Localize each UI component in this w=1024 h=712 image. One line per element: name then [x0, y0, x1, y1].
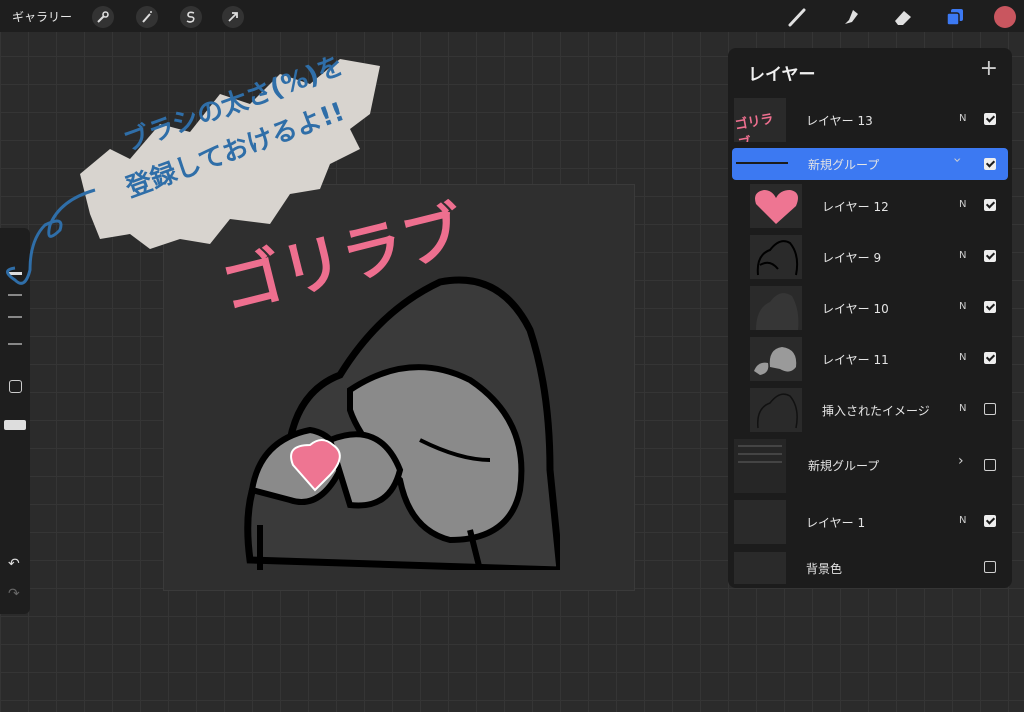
layer-thumbnail [750, 286, 802, 330]
visibility-checkbox[interactable] [984, 403, 996, 415]
layers-panel-title: レイヤー [748, 65, 816, 85]
layer-group-row[interactable]: 新規グループ › [732, 437, 1008, 493]
layer-name: 挿入されたイメージ [822, 404, 930, 418]
plus-icon[interactable]: + [980, 56, 998, 81]
brush-size-preset-3[interactable] [8, 316, 22, 318]
thumb-label: ゴリラブ [734, 111, 775, 142]
undo-icon[interactable]: ↶ [8, 556, 20, 572]
blend-mode[interactable]: N [959, 515, 966, 526]
selection-icon[interactable] [180, 6, 202, 28]
top-toolbar: ギャラリー [0, 0, 1024, 32]
layer-name: レイヤー 1 [806, 516, 866, 530]
visibility-checkbox[interactable] [984, 158, 996, 170]
layer-thumbnail [750, 337, 802, 381]
blend-mode[interactable]: N [959, 250, 966, 261]
layer-name: 新規グループ [808, 158, 880, 172]
visibility-checkbox[interactable] [984, 459, 996, 471]
blend-mode[interactable]: N [959, 403, 966, 414]
gallery-button[interactable]: ギャラリー [12, 8, 72, 25]
smudge-icon[interactable] [838, 4, 864, 30]
layer-row[interactable]: レイヤー 12 N [732, 182, 1008, 232]
layer-thumbnail [750, 388, 802, 432]
brush-icon[interactable] [784, 4, 810, 30]
redo-icon[interactable]: ↷ [8, 586, 20, 602]
wrench-icon[interactable] [92, 6, 114, 28]
visibility-checkbox[interactable] [984, 352, 996, 364]
transform-arrow-icon[interactable] [222, 6, 244, 28]
group-thumbnail [734, 439, 786, 493]
blend-mode[interactable]: N [959, 301, 966, 312]
layer-name: レイヤー 13 [806, 114, 873, 128]
chevron-down-icon[interactable]: › [949, 157, 965, 163]
visibility-checkbox[interactable] [984, 250, 996, 262]
layer-row[interactable]: 挿入されたイメージ N [732, 386, 1008, 436]
layer-thumbnail [750, 235, 802, 279]
brush-size-preset-4[interactable] [8, 343, 22, 345]
blend-mode[interactable]: N [959, 199, 966, 210]
layer-row[interactable]: レイヤー 9 N [732, 233, 1008, 283]
modify-button[interactable] [9, 380, 22, 393]
opacity-slider-handle[interactable] [4, 420, 26, 430]
layer-row[interactable]: ゴリラブ レイヤー 13 N [732, 96, 1008, 146]
layer-name: レイヤー 12 [822, 200, 889, 214]
layer-name: レイヤー 10 [822, 302, 889, 316]
layer-name: 背景色 [806, 562, 843, 576]
magic-wand-icon[interactable] [136, 6, 158, 28]
visibility-checkbox[interactable] [984, 199, 996, 211]
layer-row[interactable]: レイヤー 1 N [732, 498, 1008, 548]
layer-name: レイヤー 9 [822, 251, 882, 265]
note-pointer-line [6, 188, 96, 285]
layer-thumbnail: ゴリラブ [734, 98, 786, 142]
visibility-checkbox[interactable] [984, 515, 996, 527]
layer-row[interactable]: レイヤー 10 N [732, 284, 1008, 334]
layer-name: レイヤー 11 [822, 353, 889, 367]
layer-thumbnail [750, 184, 802, 228]
chevron-right-icon[interactable]: › [958, 453, 964, 469]
layers-panel: レイヤー + ゴリラブ レイヤー 13 N 新規グループ › レイヤー 12 N… [728, 48, 1012, 588]
visibility-checkbox[interactable] [984, 561, 996, 573]
layers-icon[interactable] [942, 4, 968, 30]
group-thumbnail [736, 162, 788, 164]
layer-name: 新規グループ [808, 459, 880, 473]
eraser-icon[interactable] [890, 4, 916, 30]
visibility-checkbox[interactable] [984, 301, 996, 313]
color-picker-button[interactable] [994, 6, 1016, 28]
blend-mode[interactable]: N [959, 352, 966, 363]
layer-thumbnail [734, 552, 786, 584]
background-color-row[interactable]: 背景色 [732, 550, 1008, 586]
layer-group-row-selected[interactable]: 新規グループ › [732, 148, 1008, 180]
layer-thumbnail [734, 500, 786, 544]
layer-row[interactable]: レイヤー 11 N [732, 335, 1008, 385]
blend-mode[interactable]: N [959, 113, 966, 124]
visibility-checkbox[interactable] [984, 113, 996, 125]
